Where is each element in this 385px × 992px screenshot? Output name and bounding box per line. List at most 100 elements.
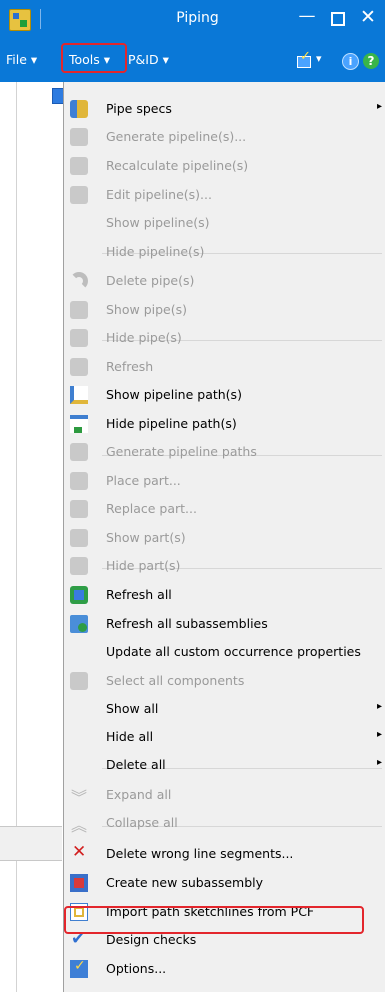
menu-item-edit-pipeline-s: Edit pipeline(s)... xyxy=(64,182,385,208)
menu-item-label: Generate pipeline(s)... xyxy=(106,129,247,144)
collapse-all-icon xyxy=(70,812,88,836)
menu-item-delete-wrong-line-segments[interactable]: Delete wrong line segments... xyxy=(64,841,385,867)
menu-item-label: Expand all xyxy=(106,787,172,802)
menu-item-label: Refresh all subassemblies xyxy=(106,616,268,631)
import-pcf-highlight-box xyxy=(64,906,364,934)
help-icon[interactable]: ? xyxy=(363,53,379,69)
menu-item-label: Update all custom occurrence properties xyxy=(106,644,361,659)
menu-item-label: Select all components xyxy=(106,673,245,688)
menu-item-label: Hide pipe(s) xyxy=(106,330,182,345)
menu-item-label: Recalculate pipeline(s) xyxy=(106,158,249,173)
menu-item-label: Replace part... xyxy=(106,501,197,516)
select-components-icon xyxy=(70,672,88,690)
menu-item-delete-pipe-s: Delete pipe(s) xyxy=(64,268,385,294)
panel-strip xyxy=(0,826,62,841)
place-part-icon xyxy=(70,472,88,490)
check-tool-dropdown-icon[interactable]: ▾ xyxy=(316,52,322,65)
menu-item-refresh-all-subassemblies[interactable]: Refresh all subassemblies xyxy=(64,611,385,637)
options-icon xyxy=(70,958,88,978)
tools-highlight-box xyxy=(61,43,127,73)
maximize-button[interactable] xyxy=(327,8,349,31)
menu-item-generate-pipeline-s: Generate pipeline(s)... xyxy=(64,124,385,150)
panel-strip-lower xyxy=(0,840,62,861)
submenu-arrow-icon: ▸ xyxy=(376,701,382,712)
menu-item-label: Hide pipeline(s) xyxy=(106,244,205,259)
menu-item-label: Refresh all xyxy=(106,587,172,602)
menu-item-label: Delete wrong line segments... xyxy=(106,846,294,861)
menu-item-show-pipeline-s: Show pipeline(s) xyxy=(64,210,385,236)
menu-item-hide-all[interactable]: Hide all ▸ xyxy=(64,724,385,750)
info-icon[interactable]: i xyxy=(342,53,359,70)
recalculate-pipeline-icon xyxy=(70,157,88,175)
refresh-icon xyxy=(70,358,88,376)
menu-item-show-all[interactable]: Show all ▸ xyxy=(64,696,385,722)
close-button[interactable]: ✕ xyxy=(357,6,379,28)
menu-item-label: Delete all xyxy=(106,757,166,772)
menu-item-create-new-subassembly[interactable]: Create new subassembly xyxy=(64,870,385,896)
hide-pipe-icon xyxy=(70,329,88,347)
menu-item-select-all-components: Select all components xyxy=(64,668,385,694)
menu-item-options[interactable]: Options... xyxy=(64,956,385,982)
menu-item-label: Pipe specs xyxy=(106,101,172,116)
menu-item-place-part: Place part... xyxy=(64,468,385,494)
submenu-arrow-icon: ▸ xyxy=(376,757,382,768)
menu-item-show-part-s: Show part(s) xyxy=(64,525,385,551)
menu-item-label: Show pipeline(s) xyxy=(106,215,210,230)
menu-item-hide-pipeline-path-s[interactable]: Hide pipeline path(s) xyxy=(64,411,385,437)
generate-pipeline-paths-icon xyxy=(70,443,88,461)
menu-item-refresh-all[interactable]: Refresh all xyxy=(64,582,385,608)
submenu-arrow-icon: ▸ xyxy=(376,101,382,112)
menu-item-label: Hide pipeline path(s) xyxy=(106,416,237,431)
menu-item-label: Delete pipe(s) xyxy=(106,273,195,288)
menu-item-replace-part: Replace part... xyxy=(64,496,385,522)
refresh-subassemblies-icon xyxy=(70,615,88,633)
delete-pipe-icon xyxy=(70,272,88,290)
menu-item-show-pipe-s: Show pipe(s) xyxy=(64,297,385,323)
menu-item-label: Show pipe(s) xyxy=(106,302,187,317)
menu-item-label: Hide all xyxy=(106,729,154,744)
expand-all-icon xyxy=(70,784,88,808)
check-tool-icon[interactable] xyxy=(297,49,313,69)
menu-item-label: Design checks xyxy=(106,932,197,947)
menu-item-label: Show all xyxy=(106,701,159,716)
menu-item-hide-part-s: Hide part(s) xyxy=(64,553,385,579)
hide-part-icon xyxy=(70,557,88,575)
menu-item-label: Collapse all xyxy=(106,815,178,830)
menu-item-expand-all: Expand all xyxy=(64,782,385,808)
menu-item-collapse-all: Collapse all xyxy=(64,810,385,836)
minimize-button[interactable]: — xyxy=(296,6,318,26)
menu-item-delete-all[interactable]: Delete all ▸ xyxy=(64,752,385,778)
maximize-icon xyxy=(331,12,345,26)
menu-item-update-all-custom-occurrence-properties[interactable]: Update all custom occurrence properties xyxy=(64,639,385,665)
show-part-icon xyxy=(70,529,88,547)
menu-pid[interactable]: P&ID ▾ xyxy=(128,52,169,67)
menu-item-hide-pipeline-s: Hide pipeline(s) xyxy=(64,239,385,265)
submenu-arrow-icon: ▸ xyxy=(376,729,382,740)
menu-item-refresh: Refresh xyxy=(64,354,385,380)
edit-pipeline-icon xyxy=(70,186,88,204)
show-pipeline-path-icon xyxy=(70,386,88,404)
refresh-all-icon xyxy=(70,586,88,604)
menu-item-hide-pipe-s: Hide pipe(s) xyxy=(64,325,385,351)
menu-item-label: Hide part(s) xyxy=(106,558,181,573)
title-bar: Piping — ✕ xyxy=(0,0,385,40)
menu-item-label: Generate pipeline paths xyxy=(106,444,257,459)
hide-pipeline-path-icon xyxy=(70,415,88,433)
menu-item-label: Refresh xyxy=(106,359,154,374)
menu-item-label: Edit pipeline(s)... xyxy=(106,187,212,202)
menu-item-label: Options... xyxy=(106,961,167,976)
pipe-specs-icon xyxy=(70,100,88,118)
menu-item-recalculate-pipeline-s: Recalculate pipeline(s) xyxy=(64,153,385,179)
menu-file[interactable]: File ▾ xyxy=(6,52,37,67)
menu-bar: File ▾ Tools ▾ P&ID ▾ ▾ i ? xyxy=(0,40,385,82)
menu-item-pipe-specs[interactable]: Pipe specs ▸ xyxy=(64,96,385,122)
menu-item-label: Place part... xyxy=(106,473,181,488)
menu-item-label: Show pipeline path(s) xyxy=(106,387,242,402)
show-pipe-icon xyxy=(70,301,88,319)
new-subassembly-icon xyxy=(70,874,88,892)
menu-item-label: Show part(s) xyxy=(106,530,186,545)
delete-red-x-icon xyxy=(70,842,88,863)
replace-part-icon xyxy=(70,500,88,518)
menu-item-show-pipeline-path-s[interactable]: Show pipeline path(s) xyxy=(64,382,385,408)
menu-item-generate-pipeline-paths: Generate pipeline paths xyxy=(64,439,385,465)
